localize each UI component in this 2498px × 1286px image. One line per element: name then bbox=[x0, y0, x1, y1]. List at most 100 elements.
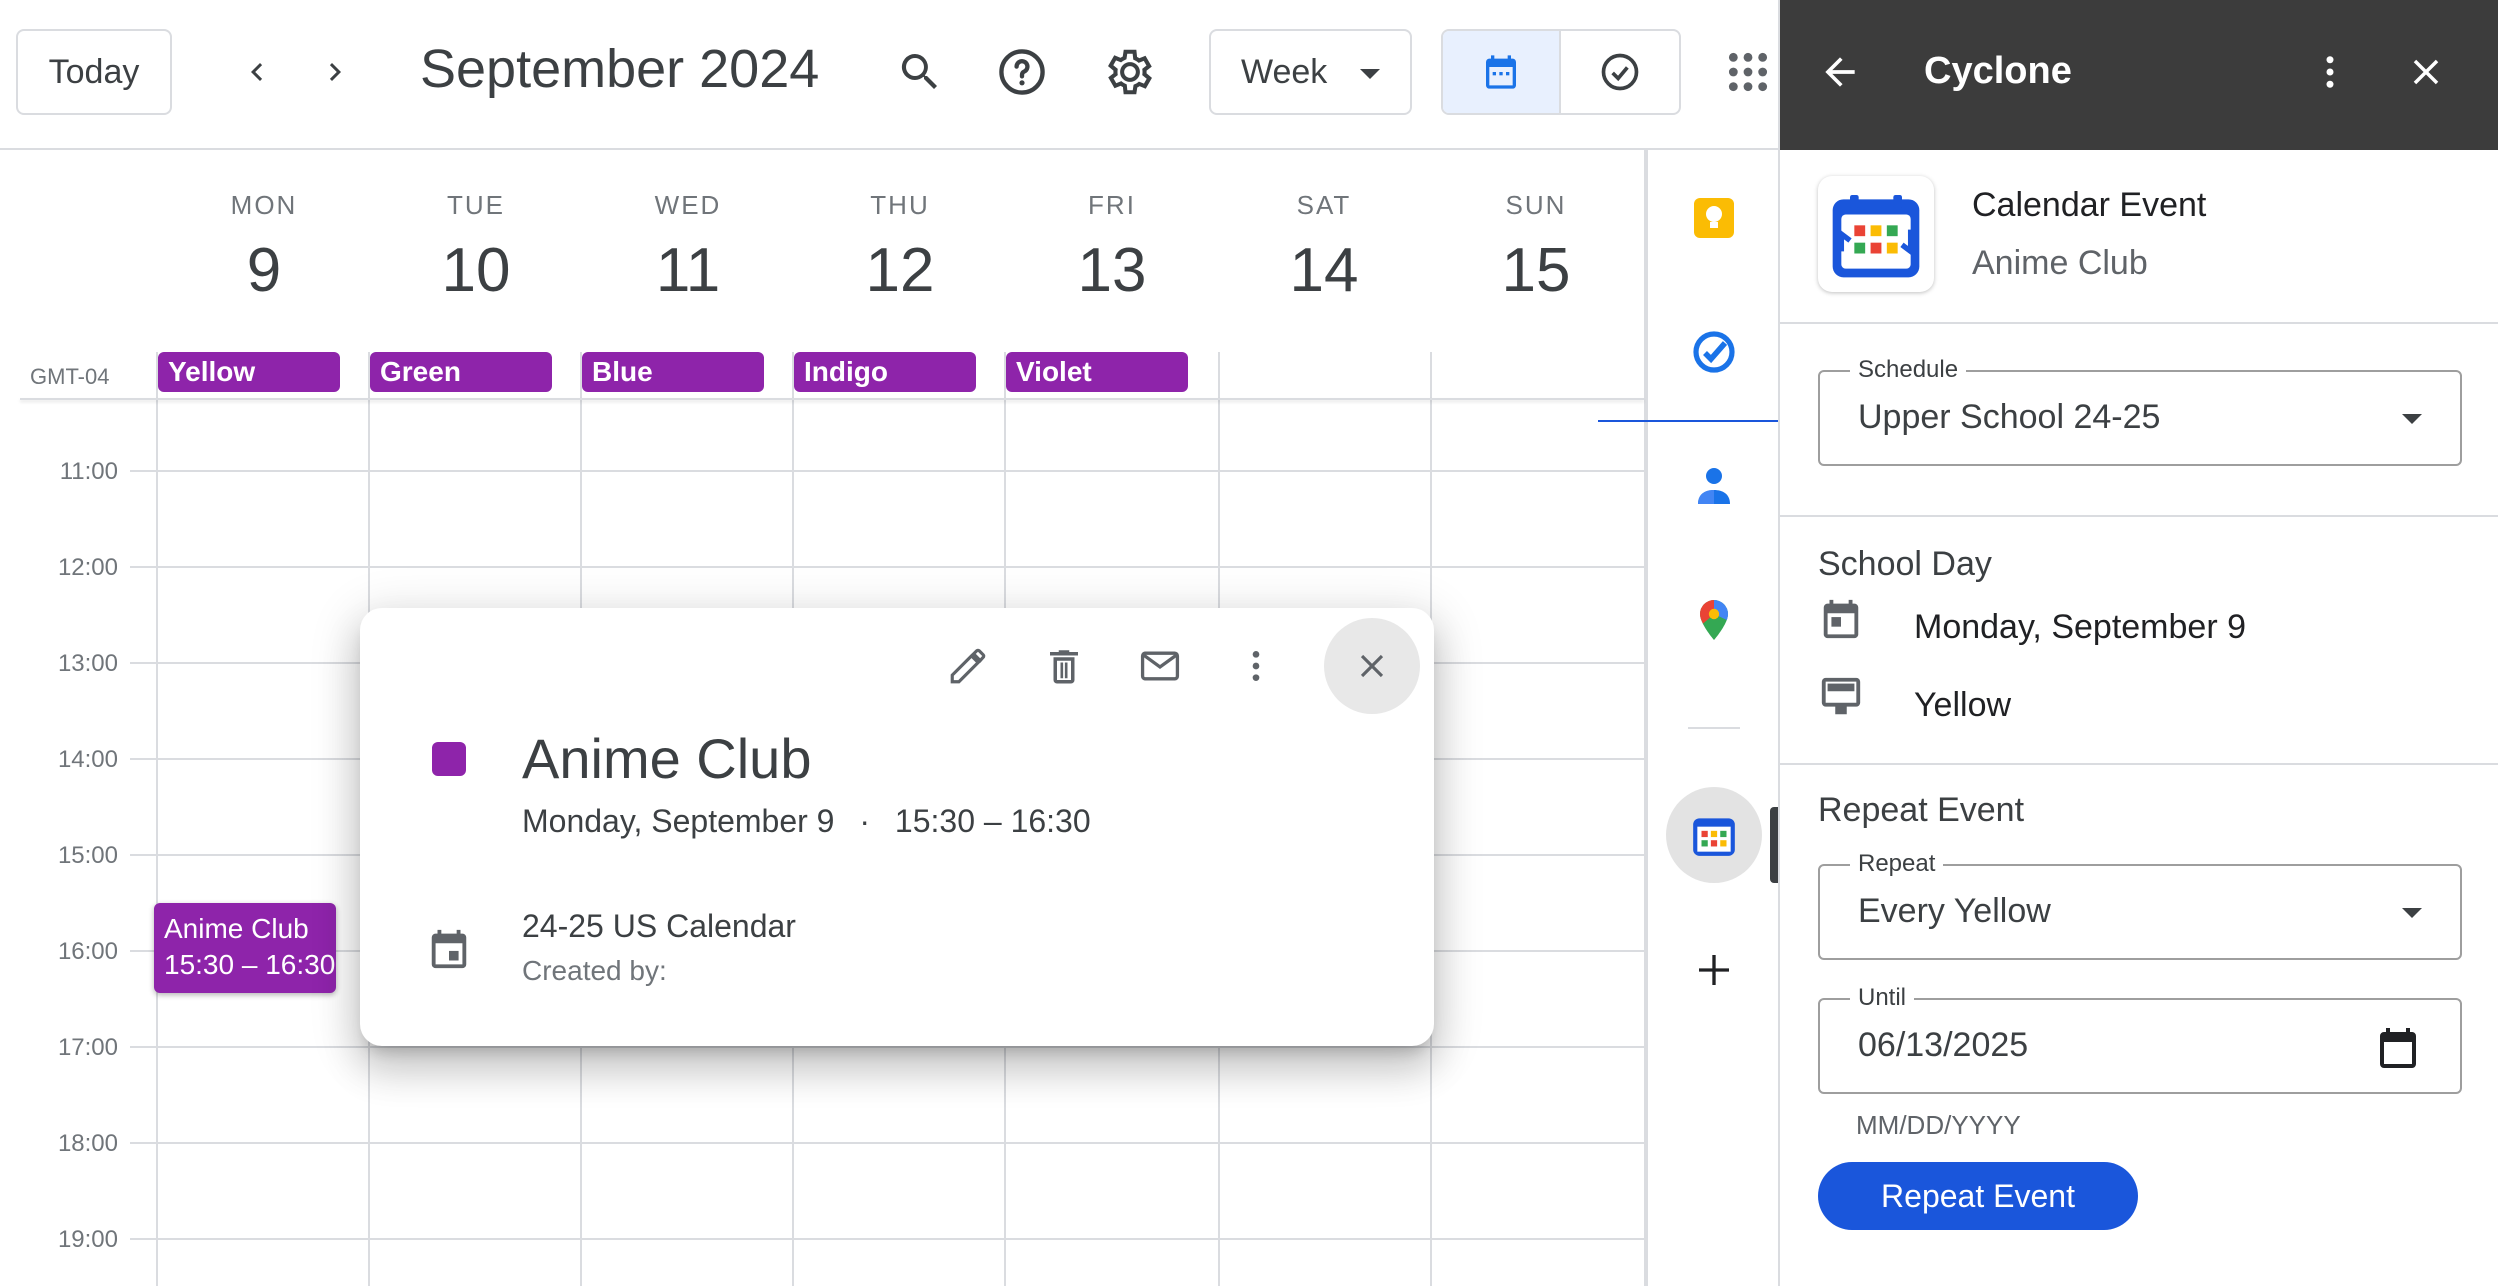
schedule-label: Schedule bbox=[1850, 356, 1967, 384]
calendar-picker-icon[interactable] bbox=[2374, 1024, 2422, 1072]
day-header[interactable]: MON 9 bbox=[158, 190, 370, 306]
trash-icon bbox=[1050, 650, 1078, 684]
day-header[interactable]: SAT 14 bbox=[1218, 190, 1430, 306]
chevron-left-icon bbox=[251, 63, 263, 81]
until-label: Until bbox=[1850, 984, 1915, 1012]
check-circle-icon bbox=[1601, 53, 1639, 91]
day-header[interactable]: SUN 15 bbox=[1430, 190, 1642, 306]
hour-label: 11:00 bbox=[59, 458, 118, 485]
hour-label: 15:00 bbox=[57, 842, 118, 869]
day-header[interactable]: TUE 10 bbox=[370, 190, 582, 306]
cyclone-calendar-icon bbox=[1693, 818, 1735, 856]
edit-event-button[interactable] bbox=[928, 626, 1008, 706]
get-addons-button[interactable] bbox=[1684, 940, 1744, 1000]
close-popup-button[interactable] bbox=[1324, 618, 1420, 714]
hour-label: 13:00 bbox=[57, 650, 118, 677]
grid-line bbox=[130, 470, 1644, 472]
help-button[interactable] bbox=[982, 32, 1062, 112]
close-panel-button[interactable] bbox=[2390, 36, 2462, 108]
pencil-icon bbox=[950, 648, 986, 684]
event-options-button[interactable] bbox=[1216, 626, 1296, 706]
apps-launcher-button[interactable] bbox=[1712, 36, 1784, 108]
search-icon bbox=[901, 54, 937, 89]
calendar-name: 24-25 US Calendar bbox=[522, 908, 796, 944]
maps-pin-icon bbox=[1700, 600, 1728, 640]
close-icon bbox=[1360, 654, 1384, 678]
allday-event-indigo[interactable]: Indigo bbox=[794, 352, 976, 392]
pointer-arrow-line bbox=[1598, 420, 1788, 422]
cyclone-addon-panel: Cyclone Calendar Event Anime Club Schedu… bbox=[1778, 0, 2498, 1286]
event-title: Anime Club bbox=[164, 913, 309, 944]
chevron-down-icon bbox=[2402, 414, 2422, 424]
allday-event-violet[interactable]: Violet bbox=[1006, 352, 1188, 392]
search-button[interactable] bbox=[880, 32, 960, 112]
allday-event-green[interactable]: Green bbox=[370, 352, 552, 392]
tasks-icon bbox=[1693, 331, 1735, 373]
more-vertical-icon bbox=[1252, 651, 1260, 681]
previous-week-button[interactable] bbox=[222, 37, 292, 107]
hour-label: 12:00 bbox=[57, 554, 118, 581]
allday-event-yellow[interactable]: Yellow bbox=[158, 352, 340, 392]
tasks-button[interactable] bbox=[1684, 322, 1744, 382]
calendar-header: Today September 2024 Week bbox=[0, 0, 1778, 150]
calendar-icon bbox=[1486, 55, 1516, 89]
until-value: 06/13/2025 bbox=[1858, 1026, 2029, 1064]
panel-title: Cyclone bbox=[1924, 50, 2072, 92]
item-type: Calendar Event bbox=[1972, 186, 2207, 224]
event-title: Anime Club bbox=[522, 727, 812, 790]
day-header[interactable]: THU 12 bbox=[794, 190, 1006, 306]
date-format-hint: MM/DD/YYYY bbox=[1856, 1110, 2021, 1140]
panel-options-button[interactable] bbox=[2294, 36, 2366, 108]
until-date-input[interactable]: Until 06/13/2025 bbox=[1818, 984, 2462, 1094]
email-guests-button[interactable] bbox=[1120, 626, 1200, 706]
maps-button[interactable] bbox=[1684, 590, 1744, 650]
repeat-event-button[interactable]: Repeat Event bbox=[1818, 1162, 2138, 1230]
calendar-tasks-toggle bbox=[1441, 29, 1681, 115]
gear-icon bbox=[1108, 49, 1152, 95]
grid-line bbox=[130, 1238, 1644, 1240]
tasks-view-toggle[interactable] bbox=[1561, 31, 1679, 113]
event-time: 15:30 – 16:30 bbox=[164, 949, 336, 980]
close-icon bbox=[2413, 59, 2439, 85]
calendar-icon bbox=[426, 926, 472, 972]
view-select-value: Week bbox=[1241, 52, 1328, 91]
repeat-select[interactable]: Repeat Every Yellow bbox=[1818, 850, 2462, 960]
grid-line bbox=[130, 1046, 1644, 1048]
event-color-swatch bbox=[432, 742, 466, 776]
delete-event-button[interactable] bbox=[1024, 626, 1104, 706]
keep-button[interactable] bbox=[1684, 188, 1744, 248]
help-icon bbox=[999, 49, 1045, 95]
back-button[interactable] bbox=[1804, 36, 1876, 108]
grid-line bbox=[130, 1142, 1644, 1144]
keep-icon bbox=[1694, 198, 1734, 238]
next-week-button[interactable] bbox=[300, 37, 370, 107]
plus-icon bbox=[1699, 955, 1729, 985]
hour-label: 17:00 bbox=[57, 1034, 118, 1061]
day-header[interactable]: FRI 13 bbox=[1006, 190, 1218, 306]
schedule-value: Upper School 24-25 bbox=[1858, 398, 2161, 436]
event-details-popup: Anime Club Monday, September 9 · 15:30 –… bbox=[360, 608, 1434, 1046]
grid-line bbox=[156, 352, 158, 1286]
active-indicator bbox=[1770, 807, 1778, 883]
view-select[interactable]: Week bbox=[1209, 29, 1412, 115]
cyclone-calendar-icon bbox=[1832, 195, 1920, 278]
settings-button[interactable] bbox=[1090, 32, 1170, 112]
allday-event-blue[interactable]: Blue bbox=[582, 352, 764, 392]
today-button[interactable]: Today bbox=[16, 29, 172, 115]
contacts-button[interactable] bbox=[1684, 456, 1744, 516]
day-header[interactable]: WED 11 bbox=[582, 190, 794, 306]
hour-label: 19:00 bbox=[57, 1226, 118, 1253]
arrow-left-icon bbox=[1825, 57, 1855, 87]
school-day-color: Yellow bbox=[1914, 686, 2012, 724]
cyclone-addon-button[interactable] bbox=[1666, 787, 1762, 883]
event-anime-club[interactable]: Anime Club 15:30 – 16:30 bbox=[154, 903, 336, 993]
chevron-down-icon bbox=[1360, 69, 1380, 79]
repeat-label: Repeat bbox=[1850, 850, 1944, 878]
side-panel-strip bbox=[1646, 150, 1778, 1286]
divider bbox=[1780, 763, 2498, 765]
school-day-heading: School Day bbox=[1818, 545, 1992, 583]
schedule-select[interactable]: Schedule Upper School 24-25 bbox=[1818, 356, 2462, 466]
calendar-view-toggle[interactable] bbox=[1443, 31, 1562, 113]
month-title: September 2024 bbox=[420, 39, 820, 99]
day-headers: MON 9 TUE 10 WED 11 THU 12 FRI 13 SAT 14 SUN 15 bbox=[158, 190, 1642, 306]
